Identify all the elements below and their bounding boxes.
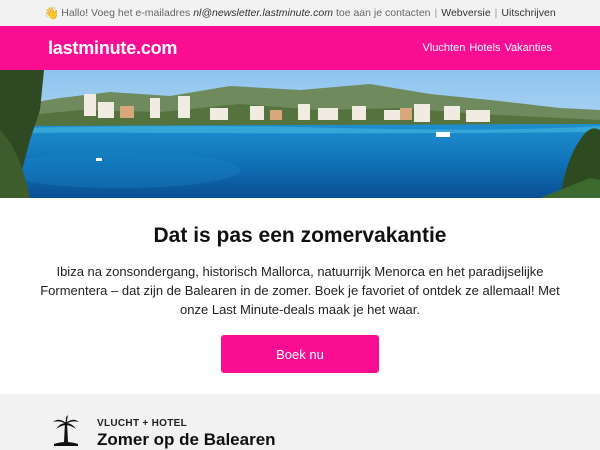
separator: | [434,7,438,19]
preheader-bar: 👋 Hallo! Voeg het e-mailadres nl@newslet… [0,0,600,26]
offer-kicker: VLUCHT + HOTEL [97,418,188,429]
book-now-button[interactable]: Boek nu [221,335,379,373]
nav-item-vacations[interactable]: Vakanties [505,42,553,54]
offer-title[interactable]: Zomer op de Balearen [97,430,276,450]
offer-section [0,394,600,450]
separator: | [494,7,498,19]
unsubscribe-link[interactable]: Uitschrijven [501,7,555,19]
sender-email: nl@newsletter.lastminute.com [193,7,334,19]
header-bar: lastminute.com Vluchten Hotels Vakanties [0,26,600,70]
palm-tree-icon [53,415,79,446]
page-headline: Dat is pas een zomervakantie [153,224,447,247]
nav-item-hotels[interactable]: Hotels [469,42,500,54]
webversion-link[interactable]: Webversie [441,7,490,19]
preheader-text: Hallo! Voeg het e-mailadres [61,7,191,19]
preheader-text-after: toe aan je contacten [335,7,431,19]
nav-item-flights[interactable]: Vluchten [423,42,466,54]
beach-photo [0,70,600,198]
lastminute-logo[interactable]: lastminute.com [48,38,177,59]
intro-paragraph: Ibiza na zonsondergang, historisch Mallo… [40,264,560,317]
hero-image[interactable] [0,70,600,198]
waving-hand-icon: 👋 [44,6,60,20]
main-nav: Vluchten Hotels Vakanties [423,42,553,54]
